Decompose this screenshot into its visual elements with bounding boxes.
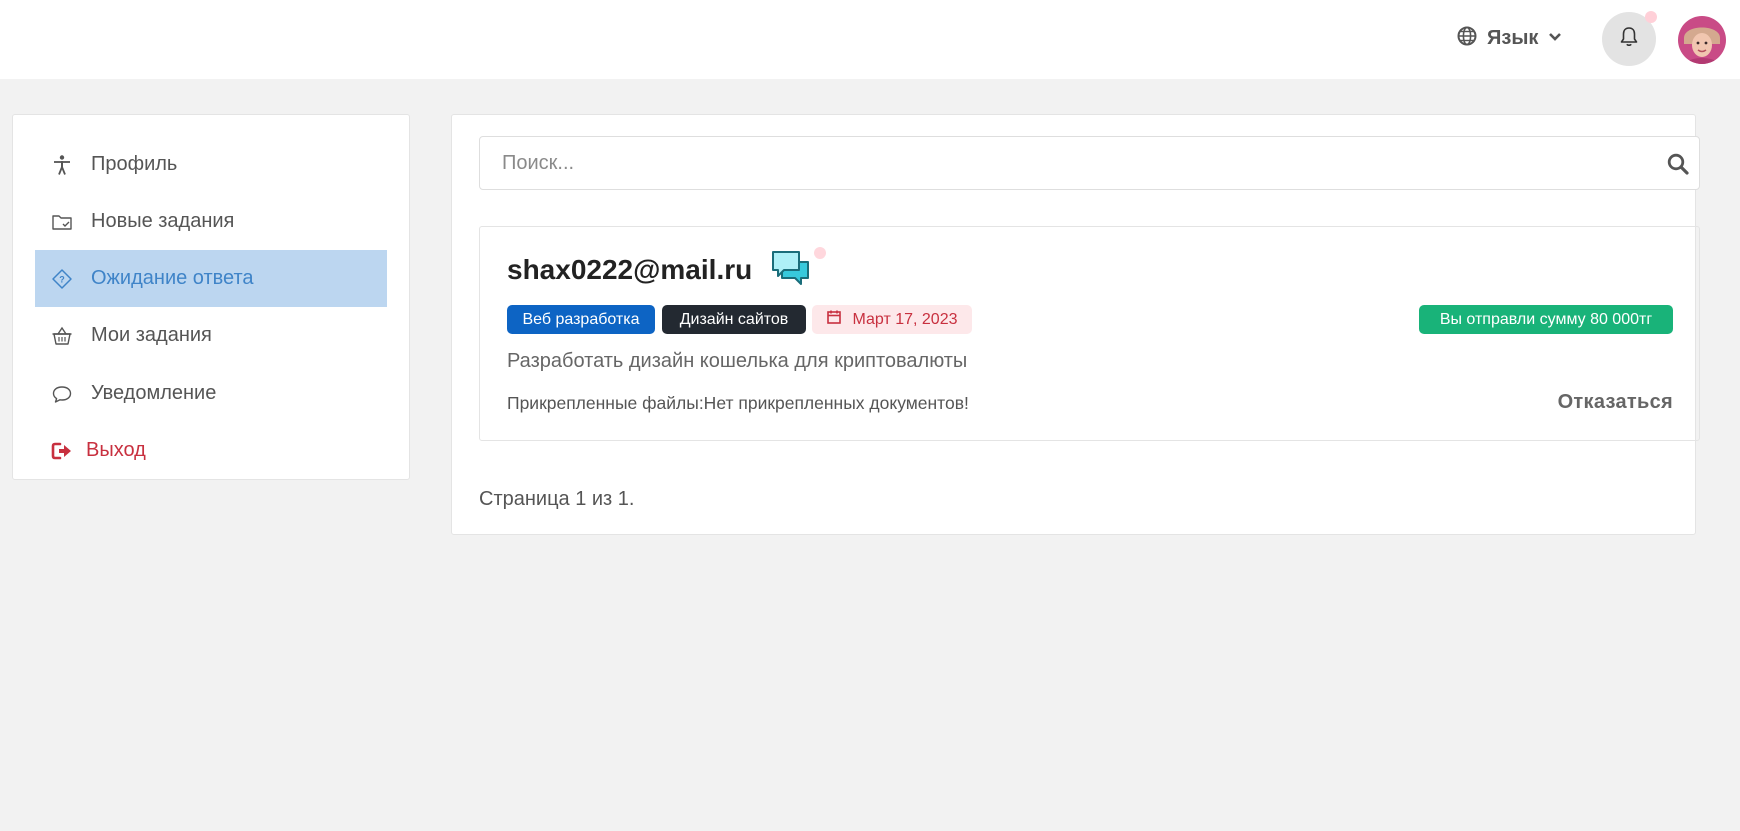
- chat-bubble-icon: [50, 382, 74, 406]
- sidebar-item-profile[interactable]: Профиль: [35, 136, 387, 193]
- attached-files: Прикрепленные файлы:Нет прикрепленных до…: [507, 393, 969, 413]
- language-label: Язык: [1487, 26, 1539, 49]
- sidebar-item-my-tasks[interactable]: Мои задания: [35, 307, 387, 364]
- sidebar-item-logout[interactable]: Выход: [35, 422, 387, 479]
- chevron-down-icon: [1548, 29, 1562, 47]
- main-panel: shax0222@mail.ru Веб разработка Дизайн с…: [451, 114, 1700, 535]
- top-bar: Язык: [0, 0, 1740, 79]
- task-email: shax0222@mail.ru: [507, 254, 753, 285]
- sidebar: Профиль Новые задания ? Ожидание ответа: [12, 114, 410, 480]
- avatar[interactable]: [1678, 16, 1726, 64]
- sidebar-item-label: Уведомление: [91, 382, 217, 404]
- chat-icon[interactable]: [770, 248, 812, 288]
- date-text: Март 17, 2023: [852, 310, 958, 328]
- refuse-button[interactable]: Отказаться: [1558, 391, 1673, 414]
- person-icon: [50, 153, 74, 177]
- search-box: [479, 136, 1700, 190]
- sidebar-item-label: Ожидание ответа: [91, 267, 254, 289]
- task-description: Разработать дизайн кошелька для криптова…: [507, 350, 968, 372]
- sidebar-item-notifications[interactable]: Уведомление: [35, 365, 387, 422]
- sidebar-item-label: Выход: [86, 439, 146, 461]
- task-card: shax0222@mail.ru Веб разработка Дизайн с…: [479, 226, 1700, 441]
- date-badge: Март 17, 2023: [812, 305, 972, 334]
- bell-icon: [1619, 26, 1639, 53]
- status-badge: Вы отправли сумму 80 000тг: [1419, 305, 1673, 334]
- search-input[interactable]: [480, 137, 1640, 189]
- category-badge: Веб разработка: [507, 305, 655, 334]
- chat-notification-dot: [814, 247, 826, 259]
- language-selector[interactable]: Язык: [1457, 24, 1562, 52]
- folder-icon: [50, 210, 74, 234]
- logout-icon: [50, 439, 74, 463]
- calendar-icon: [826, 309, 842, 330]
- search-icon[interactable]: [1666, 152, 1690, 176]
- sidebar-item-label: Новые задания: [91, 210, 235, 232]
- tag-icon: ?: [50, 267, 74, 291]
- category-badge: Дизайн сайтов: [662, 305, 806, 334]
- sidebar-item-label: Мои задания: [91, 324, 212, 346]
- pagination-text: Страница 1 из 1.: [479, 488, 635, 510]
- svg-text:?: ?: [59, 274, 65, 284]
- sidebar-item-awaiting-response[interactable]: ? Ожидание ответа: [35, 250, 387, 307]
- notification-dot: [1645, 11, 1657, 23]
- sidebar-item-label: Профиль: [91, 153, 178, 175]
- sidebar-item-new-tasks[interactable]: Новые задания: [35, 193, 387, 250]
- globe-icon: [1457, 26, 1477, 51]
- basket-icon: [50, 324, 74, 348]
